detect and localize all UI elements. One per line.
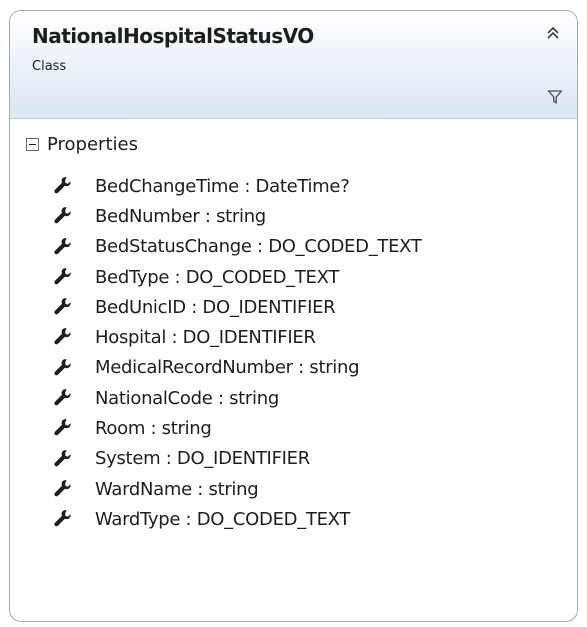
property-item[interactable]: BedUnicID : DO_IDENTIFIER bbox=[10, 292, 577, 322]
wrench-icon bbox=[54, 480, 71, 497]
property-item[interactable]: BedChangeTime : DateTime? bbox=[10, 171, 577, 201]
property-label: BedNumber : string bbox=[95, 205, 266, 227]
wrench-icon bbox=[54, 237, 71, 254]
property-label: System : DO_IDENTIFIER bbox=[95, 448, 310, 470]
filter-icon[interactable] bbox=[547, 89, 563, 105]
wrench-icon bbox=[54, 267, 71, 285]
property-item[interactable]: NationalCode : string bbox=[10, 383, 577, 413]
class-header: NationalHospitalStatusVO Class bbox=[10, 11, 577, 119]
property-label: NationalCode : string bbox=[95, 387, 279, 409]
property-list: BedChangeTime : DateTime? BedNumber : st… bbox=[10, 171, 577, 535]
wrench-icon bbox=[54, 449, 71, 466]
property-item[interactable]: BedNumber : string bbox=[10, 201, 577, 231]
section-title: Properties bbox=[47, 133, 138, 155]
property-item[interactable]: WardName : string bbox=[10, 474, 577, 504]
wrench-icon bbox=[54, 389, 71, 406]
minus-box-icon[interactable] bbox=[26, 137, 39, 151]
property-label: BedUnicID : DO_IDENTIFIER bbox=[95, 296, 336, 318]
property-item[interactable]: System : DO_IDENTIFIER bbox=[10, 444, 577, 474]
wrench-icon bbox=[54, 328, 71, 345]
property-item[interactable]: BedStatusChange : DO_CODED_TEXT bbox=[10, 232, 577, 262]
properties-section-header[interactable]: Properties bbox=[26, 133, 138, 155]
property-label: BedChangeTime : DateTime? bbox=[95, 175, 350, 197]
wrench-icon bbox=[54, 510, 71, 527]
wrench-icon bbox=[54, 358, 71, 376]
wrench-icon bbox=[54, 419, 71, 436]
property-item[interactable]: Hospital : DO_IDENTIFIER bbox=[10, 322, 577, 352]
property-label: Hospital : DO_IDENTIFIER bbox=[95, 327, 316, 349]
wrench-icon bbox=[54, 177, 71, 194]
class-shape[interactable]: NationalHospitalStatusVO Class Propertie… bbox=[9, 10, 578, 622]
double-chevron-up-icon[interactable] bbox=[544, 24, 562, 42]
property-item[interactable]: BedType : DO_CODED_TEXT bbox=[10, 262, 577, 292]
property-label: BedType : DO_CODED_TEXT bbox=[95, 266, 340, 288]
property-label: WardType : DO_CODED_TEXT bbox=[95, 508, 351, 530]
property-label: BedStatusChange : DO_CODED_TEXT bbox=[95, 236, 422, 258]
property-label: Room : string bbox=[95, 418, 212, 440]
property-item[interactable]: WardType : DO_CODED_TEXT bbox=[10, 504, 577, 534]
wrench-icon bbox=[54, 207, 71, 224]
property-label: WardName : string bbox=[95, 478, 259, 500]
class-name[interactable]: NationalHospitalStatusVO bbox=[32, 24, 314, 48]
wrench-icon bbox=[54, 298, 71, 315]
class-kind-label: Class bbox=[32, 59, 67, 74]
property-item[interactable]: Room : string bbox=[10, 413, 577, 443]
property-item[interactable]: MedicalRecordNumber : string bbox=[10, 353, 577, 383]
property-label: MedicalRecordNumber : string bbox=[95, 357, 360, 379]
